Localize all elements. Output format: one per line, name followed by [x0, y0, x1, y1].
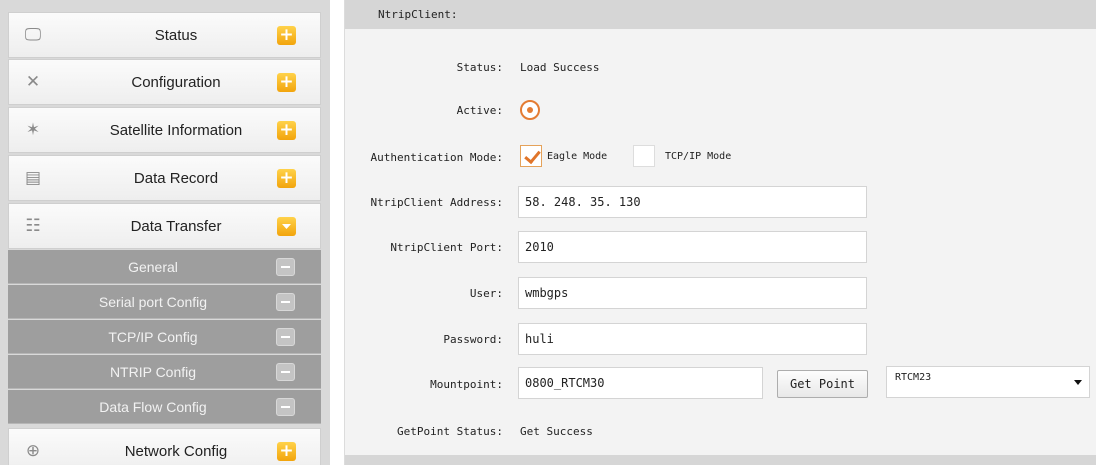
- port-label: NtripClient Port:: [390, 241, 503, 254]
- sidebar-item-status[interactable]: 🖵 Status +: [8, 12, 321, 58]
- tcpip-mode-checkbox[interactable]: [633, 145, 655, 167]
- sidebar: 🖵 Status + ✕ Configuration + ✶ Satellite…: [0, 0, 330, 465]
- submenu-item-label: General: [128, 259, 178, 275]
- expand-plus-icon[interactable]: +: [277, 121, 296, 140]
- getpoint-status-label: GetPoint Status:: [397, 425, 503, 438]
- sidebar-item-label: Configuration: [131, 74, 221, 91]
- submenu-item-label: NTRIP Config: [109, 364, 197, 380]
- eagle-mode-label: Eagle Mode: [547, 151, 608, 162]
- minus-icon: [276, 328, 295, 346]
- sidebar-item-label: Satellite Information: [109, 122, 243, 139]
- authentication-mode-label: Authentication Mode:: [370, 151, 503, 164]
- monitor-icon: 🖵: [24, 25, 42, 45]
- submenu-item-general[interactable]: General: [8, 250, 321, 284]
- active-label: Active:: [456, 104, 503, 117]
- submenu-item-label: Serial port Config: [98, 294, 208, 310]
- expand-plus-icon[interactable]: +: [277, 442, 296, 461]
- sidebar-item-data-record[interactable]: ▤ Data Record +: [8, 155, 321, 201]
- submenu-item-label: Data Flow Config: [99, 399, 207, 415]
- address-input[interactable]: 58. 248. 35. 130: [518, 186, 867, 218]
- password-label: Password:: [443, 333, 503, 346]
- active-radio[interactable]: [520, 100, 540, 120]
- getpoint-status-value: Get Success: [520, 425, 593, 438]
- address-label: NtripClient Address:: [370, 196, 503, 209]
- user-label: User:: [469, 287, 503, 300]
- chevron-down-icon: [1074, 380, 1082, 385]
- sidebar-item-label: Data Transfer: [130, 218, 222, 235]
- ntrip-client-panel: NtripClient: Status: Load Success Active…: [344, 0, 1096, 465]
- sidebar-item-label: Status: [154, 27, 198, 44]
- submenu-item-tcpip-config[interactable]: TCP/IP Config: [8, 320, 321, 354]
- expand-plus-icon[interactable]: +: [277, 169, 296, 188]
- panel-title: NtripClient:: [345, 0, 1096, 29]
- sidebar-item-label: Network Config: [124, 443, 228, 460]
- calendar-icon: ▤: [24, 168, 42, 188]
- minus-icon: [276, 293, 295, 311]
- sidebar-item-configuration[interactable]: ✕ Configuration +: [8, 59, 321, 105]
- submenu-item-label: TCP/IP Config: [108, 329, 198, 345]
- status-label: Status:: [456, 61, 503, 74]
- submenu-item-ntrip-config[interactable]: NTRIP Config: [8, 355, 321, 389]
- eagle-mode-checkbox[interactable]: [520, 145, 542, 167]
- user-input[interactable]: wmbgps: [518, 277, 867, 309]
- tcpip-mode-label: TCP/IP Mode: [665, 151, 732, 162]
- minus-icon: [276, 363, 295, 381]
- get-point-button[interactable]: Get Point: [777, 370, 868, 398]
- mountpoint-label: Mountpoint:: [430, 378, 503, 391]
- sidebar-item-satellite-information[interactable]: ✶ Satellite Information +: [8, 107, 321, 153]
- minus-icon: [276, 258, 295, 276]
- password-input[interactable]: huli: [518, 323, 867, 355]
- expand-plus-icon[interactable]: +: [277, 26, 296, 45]
- expand-plus-icon[interactable]: +: [277, 73, 296, 92]
- sidebar-item-label: Data Record: [133, 170, 219, 187]
- status-value: Load Success: [520, 61, 600, 74]
- sidebar-item-data-transfer[interactable]: ☷ Data Transfer: [8, 203, 321, 249]
- mountpoint-input[interactable]: 0800_RTCM30: [518, 367, 763, 399]
- network-transfer-icon: ☷: [25, 216, 41, 236]
- sidebar-item-network-config[interactable]: ⊕ Network Config +: [8, 428, 321, 465]
- port-input[interactable]: 2010: [518, 231, 867, 263]
- submenu-item-serial-port-config[interactable]: Serial port Config: [8, 285, 321, 319]
- tools-icon: ✕: [25, 72, 41, 92]
- panel-footer: [345, 455, 1096, 465]
- format-select[interactable]: RTCM23: [886, 366, 1090, 398]
- minus-icon: [276, 398, 295, 416]
- globe-icon: ⊕: [25, 441, 41, 461]
- submenu-item-data-flow-config[interactable]: Data Flow Config: [8, 390, 321, 424]
- satellite-icon: ✶: [25, 120, 41, 140]
- format-select-value: RTCM23: [895, 372, 932, 383]
- collapse-chevron-down-icon[interactable]: [277, 217, 296, 236]
